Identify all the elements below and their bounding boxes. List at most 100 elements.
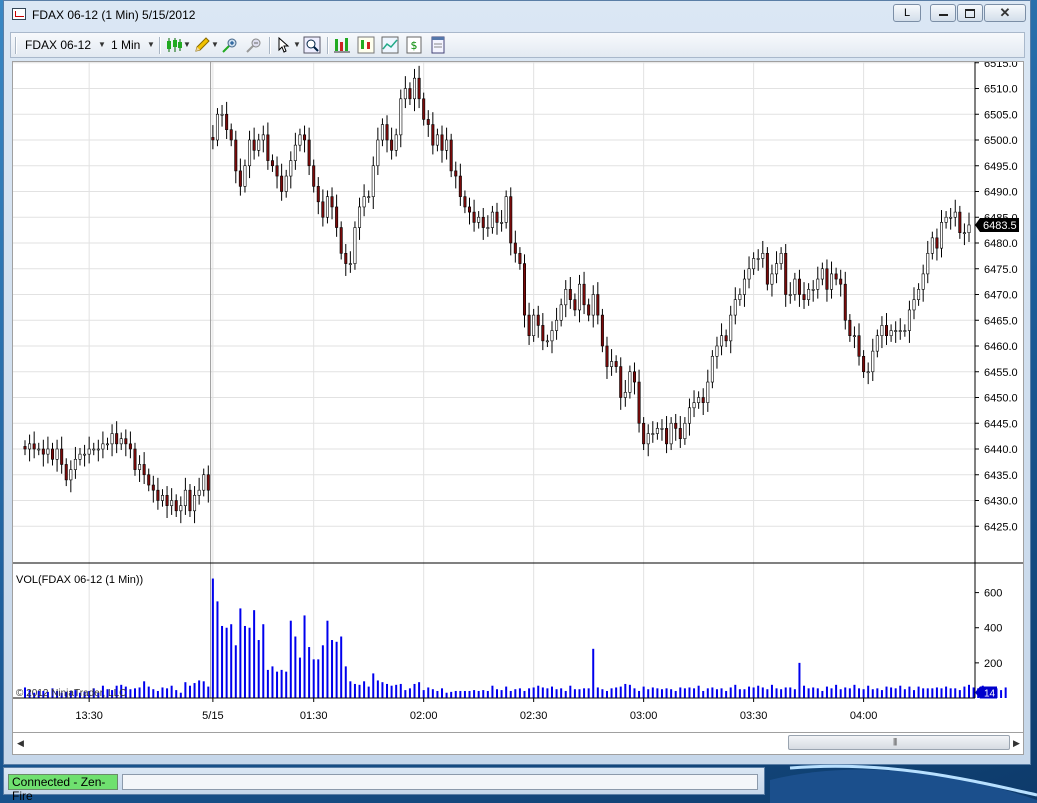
minimize-button[interactable] — [930, 4, 956, 22]
candle-body — [628, 371, 632, 393]
candle-body — [486, 227, 490, 229]
volume-bar — [757, 685, 760, 698]
strategy-icon[interactable] — [333, 36, 351, 54]
candle-body — [907, 309, 911, 331]
candle-body — [765, 253, 769, 285]
candle-body — [559, 304, 563, 321]
close-button[interactable]: ✕ — [984, 4, 1026, 22]
candle-body — [445, 139, 449, 151]
volume-bar — [968, 684, 970, 698]
zoom-in-icon[interactable] — [221, 36, 239, 54]
candle-body — [522, 263, 526, 316]
volume-bar — [642, 686, 645, 698]
scroll-left-icon[interactable]: ◀ — [17, 738, 24, 749]
close-icon: ✕ — [999, 5, 1011, 20]
volume-bar — [463, 690, 466, 698]
candle-body — [325, 196, 329, 218]
candle-body — [706, 381, 710, 403]
properties-icon[interactable] — [429, 36, 447, 54]
volume-bar — [738, 689, 741, 698]
scrollbar-thumb[interactable]: ||| — [788, 735, 1010, 750]
volume-bar — [459, 690, 462, 698]
candle-body — [197, 489, 201, 496]
volume-bar — [234, 645, 237, 698]
volume-bar — [262, 624, 265, 698]
candle-body — [257, 139, 261, 151]
volume-bar — [697, 685, 700, 698]
candle-body — [367, 196, 371, 198]
volume-bar — [486, 690, 489, 698]
volume-bar — [770, 684, 773, 698]
price-chart[interactable]: 6515.06510.06505.06500.06495.06490.06485… — [13, 62, 1023, 732]
candle-body — [69, 469, 73, 481]
link-button[interactable]: L — [893, 4, 921, 22]
volume-bar — [894, 688, 897, 698]
volume-bar — [477, 690, 480, 698]
draw-pencil-icon[interactable] — [193, 36, 211, 54]
candle-body — [330, 196, 334, 208]
candle-body — [303, 134, 307, 141]
candle-body — [458, 175, 462, 197]
restore-button[interactable] — [957, 4, 983, 22]
candle-body — [440, 134, 444, 151]
volume-bar — [312, 659, 315, 698]
chart-panel[interactable]: 6515.06510.06505.06500.06495.06490.06485… — [12, 61, 1024, 733]
candle-body — [797, 278, 801, 295]
chart-style-dropdown-icon[interactable]: ▼ — [183, 36, 191, 54]
volume-tick-label: 400 — [984, 623, 1002, 635]
candle-body — [761, 253, 765, 259]
scroll-right-icon[interactable]: ▶ — [1013, 738, 1020, 749]
volume-bar — [803, 685, 806, 698]
trade-icon[interactable]: $ — [405, 36, 423, 54]
candle-body — [692, 402, 696, 409]
cursor-dropdown-icon[interactable]: ▼ — [293, 36, 301, 54]
volume-bar — [743, 689, 746, 698]
zoom-out-icon[interactable] — [245, 36, 263, 54]
candle-body — [527, 314, 531, 337]
volume-bar — [528, 688, 531, 698]
volume-bar — [285, 671, 288, 698]
magnify-icon[interactable] — [303, 36, 321, 54]
volume-bar — [862, 689, 865, 698]
candle-body — [289, 160, 293, 177]
chart-horizontal-scrollbar[interactable]: ◀ ||| ▶ — [12, 733, 1024, 755]
bar-type-icon[interactable] — [357, 36, 375, 54]
drawing-tools-dropdown-icon[interactable]: ▼ — [211, 36, 219, 54]
price-tick-label: 6450.0 — [984, 393, 1018, 405]
volume-bar — [926, 688, 929, 698]
cursor-icon[interactable] — [275, 36, 293, 54]
candle-body — [500, 222, 504, 224]
volume-bar — [729, 687, 732, 698]
candle-body — [710, 355, 714, 383]
candlestick-style-icon[interactable] — [165, 36, 183, 54]
volume-bar — [541, 687, 544, 698]
price-tick-label: 6455.0 — [984, 367, 1018, 379]
volume-bar — [280, 669, 283, 698]
instrument-dropdown-icon[interactable]: ▼ — [98, 36, 106, 54]
volume-bar — [436, 690, 439, 698]
title-bar[interactable]: FDAX 06-12 (1 Min) 5/15/2012 L ✕ — [4, 1, 1030, 27]
candle-body — [775, 263, 779, 275]
volume-bar — [156, 690, 159, 698]
candle-body — [756, 258, 760, 260]
volume-bar — [688, 687, 691, 698]
candle-body — [128, 443, 132, 450]
candle-body — [614, 361, 618, 367]
volume-bar — [207, 686, 210, 698]
volume-bar — [550, 686, 553, 698]
volume-bar — [903, 689, 906, 698]
candle-body — [307, 139, 311, 167]
candle-body — [889, 330, 893, 336]
candle-body — [752, 258, 756, 270]
interval-dropdown-icon[interactable]: ▼ — [147, 36, 155, 54]
candle-body — [188, 489, 192, 512]
instrument-selector[interactable]: FDAX 06-12 — [25, 36, 91, 54]
interval-selector[interactable]: 1 Min — [111, 36, 140, 54]
volume-bar — [656, 688, 659, 698]
candle-body — [830, 273, 834, 290]
volume-bar — [143, 681, 146, 698]
chart-grid — [13, 62, 975, 698]
candle-body — [105, 443, 109, 446]
volume-bar — [1000, 690, 1003, 698]
indicators-icon[interactable] — [381, 36, 399, 54]
